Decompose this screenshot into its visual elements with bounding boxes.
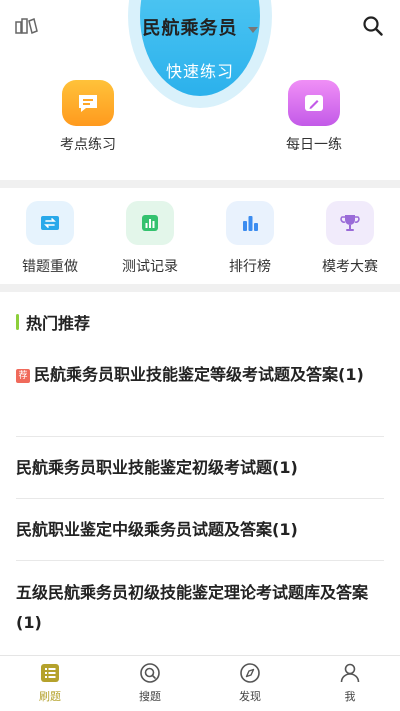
tile-label: 错题重做 [22,259,78,275]
section-accent-bar [16,314,19,330]
trophy-icon [326,201,374,245]
list-item[interactable]: 荐民航乘务员职业技能鉴定等级考试题及答案(1) [16,360,384,390]
list-divider [16,560,384,561]
tile-daily-practice[interactable]: 每日一练 [254,80,374,154]
search-circle-icon [138,662,162,684]
tile-mock-contest[interactable]: 模考大赛 [300,201,400,276]
list-divider [16,498,384,499]
tile-label: 测试记录 [122,259,178,275]
user-icon [338,662,362,684]
section-divider [0,284,400,292]
ranking-icon [226,201,274,245]
tab-me[interactable]: 我 [310,662,390,704]
tile-label: 模考大赛 [322,259,378,275]
tile-test-records[interactable]: 测试记录 [100,201,200,276]
app-screen: 快速练习 民航乘务员 考点练习 每日一练 错题重做 测试记录 排行榜 模考大赛 … [0,0,400,711]
tab-label: 我 [344,690,356,703]
tile-ranking[interactable]: 排行榜 [200,201,300,276]
list-item[interactable]: 民航乘务员职业技能鉴定初级考试题(1) [16,453,384,483]
section-divider [0,180,400,188]
bottom-nav: 刷题 搜题 发现 我 [0,655,400,711]
list-divider [16,436,384,437]
tab-label: 刷题 [39,690,61,703]
notes-icon [62,80,114,126]
list-icon [38,662,62,684]
top-header: 民航乘务员 [0,0,400,52]
bar-chart-icon [126,201,174,245]
tab-discover[interactable]: 发现 [210,662,290,704]
tile-label: 每日一练 [286,137,342,153]
pencil-icon [288,80,340,126]
chevron-down-icon[interactable] [247,26,258,33]
swap-icon [26,201,74,245]
list-item-title: 民航乘务员职业技能鉴定等级考试题及答案(1) [34,365,364,384]
list-item-title: 民航职业鉴定中级乘务员试题及答案(1) [16,520,298,539]
tab-practice[interactable]: 刷题 [10,662,90,704]
list-item-title: 五级民航乘务员初级技能鉴定理论考试题库及答案(1) [16,583,369,632]
recommend-badge: 荐 [16,369,30,383]
search-icon[interactable] [362,15,384,37]
compass-icon [238,662,262,684]
section-title: 热门推荐 [26,314,91,333]
tile-point-practice[interactable]: 考点练习 [28,80,148,154]
tab-label: 搜题 [139,690,161,703]
page-title[interactable]: 民航乘务员 [143,18,238,39]
list-item[interactable]: 五级民航乘务员初级技能鉴定理论考试题库及答案(1) [16,578,384,638]
list-item-title: 民航乘务员职业技能鉴定初级考试题(1) [16,458,298,477]
section-header: 热门推荐 [16,312,91,333]
list-item[interactable]: 民航职业鉴定中级乘务员试题及答案(1) [16,515,384,545]
tile-label: 考点练习 [60,137,116,153]
tab-label: 发现 [239,690,261,703]
tile-label: 排行榜 [229,259,271,275]
tile-wrong-redo[interactable]: 错题重做 [0,201,100,276]
quick-practice-label[interactable]: 快速练习 [140,58,260,82]
tab-search-questions[interactable]: 搜题 [110,662,190,704]
